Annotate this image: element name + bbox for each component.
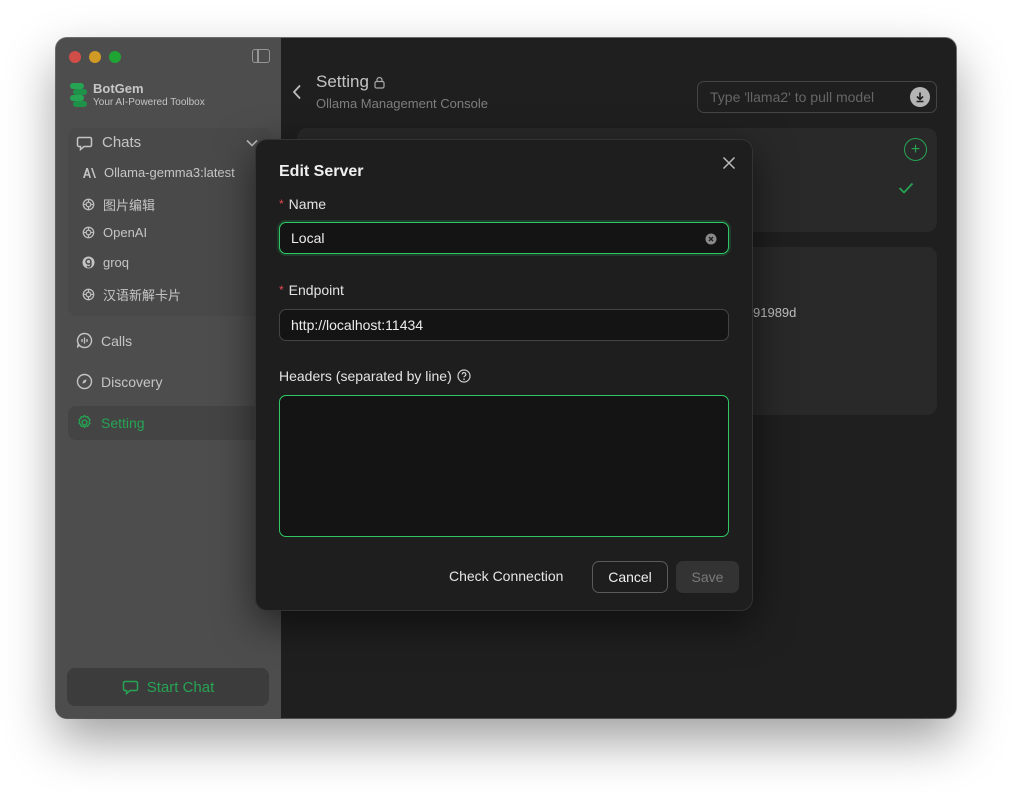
page-subtitle: Ollama Management Console [316,96,488,111]
sidebar-item-calls[interactable]: Calls [76,332,132,349]
clear-input-icon[interactable] [705,233,717,245]
close-window-button[interactable] [69,51,81,63]
add-server-button[interactable]: + [904,138,927,161]
chat-bubble-icon [122,680,138,695]
required-marker: * [279,283,284,297]
chats-section-header[interactable]: Chats [76,134,141,151]
lock-icon [374,76,385,89]
brand-name: BotGem [93,81,144,96]
sidebar-item-discovery[interactable]: Discovery [76,373,162,390]
gear-icon [78,414,91,429]
headers-field-label: Headers (separated by line) [279,368,471,384]
headers-label-text: Headers (separated by line) [279,368,452,384]
zoom-window-button[interactable] [109,51,121,63]
botgem-logo-icon [70,83,87,107]
check-connection-button[interactable]: Check Connection [449,568,563,584]
endpoint-field-label: * Endpoint [279,282,344,298]
chat-bubble-icon [76,136,93,151]
dialog-title: Edit Server [279,163,364,180]
chat-item-label: Ollama-gemma3:latest [104,165,235,180]
download-icon[interactable] [910,87,930,107]
close-icon[interactable] [722,156,736,170]
endpoint-field[interactable]: http://localhost:11434 [279,309,729,341]
back-chevron-icon[interactable] [292,84,302,100]
save-button[interactable]: Save [676,561,739,593]
name-field-label: * Name [279,196,326,212]
minimize-window-button[interactable] [89,51,101,63]
sidebar-item-label: Discovery [101,373,163,390]
cancel-button[interactable]: Cancel [592,561,668,593]
page-title: Setting [316,72,385,92]
check-icon [898,182,914,194]
page-title-text: Setting [316,72,369,91]
openai-icon [82,226,95,239]
sidebar-item-label: Calls [101,332,133,349]
chat-item[interactable]: 图片编辑 [82,195,155,214]
help-icon[interactable] [457,369,471,383]
required-marker: * [279,197,284,211]
chats-label: Chats [102,134,142,151]
chat-item-label: 图片编辑 [103,198,156,213]
sidebar-item-setting[interactable]: Setting [76,414,145,431]
chat-item[interactable]: Ollama-gemma3:latest [82,165,235,180]
compass-icon [76,373,93,390]
groq-icon [82,256,95,269]
sidebar-toggle-icon[interactable] [252,49,270,63]
edit-server-dialog: Edit Server * Name Local * Endpoint http… [255,139,753,611]
chat-item-label: 汉语新解卡片 [103,288,182,303]
calls-icon [76,332,93,349]
sidebar: BotGem Your AI-Powered Toolbox Chats Oll… [56,38,281,718]
chat-item[interactable]: OpenAI [82,225,147,240]
brand-tagline: Your AI-Powered Toolbox [93,97,205,108]
chat-item-label: groq [103,255,130,270]
name-label-text: Name [288,196,327,212]
openai-icon [82,198,95,211]
pull-model-input[interactable]: Type 'llama2' to pull model [697,81,937,113]
app-window: BotGem Your AI-Powered Toolbox Chats Oll… [56,38,956,718]
start-chat-label: Start Chat [146,678,215,696]
openai-icon [82,288,95,301]
sidebar-item-label: Setting [101,414,145,431]
endpoint-label-text: Endpoint [288,282,344,298]
anthropic-icon [83,167,96,178]
name-field[interactable]: Local [279,222,729,254]
chat-item-label: OpenAI [103,225,148,240]
model-hash: 91989d [753,305,797,320]
chat-item[interactable]: groq [82,255,129,270]
headers-textarea[interactable] [279,395,729,537]
start-chat-button[interactable]: Start Chat [67,668,269,706]
chat-item[interactable]: 汉语新解卡片 [82,285,181,304]
